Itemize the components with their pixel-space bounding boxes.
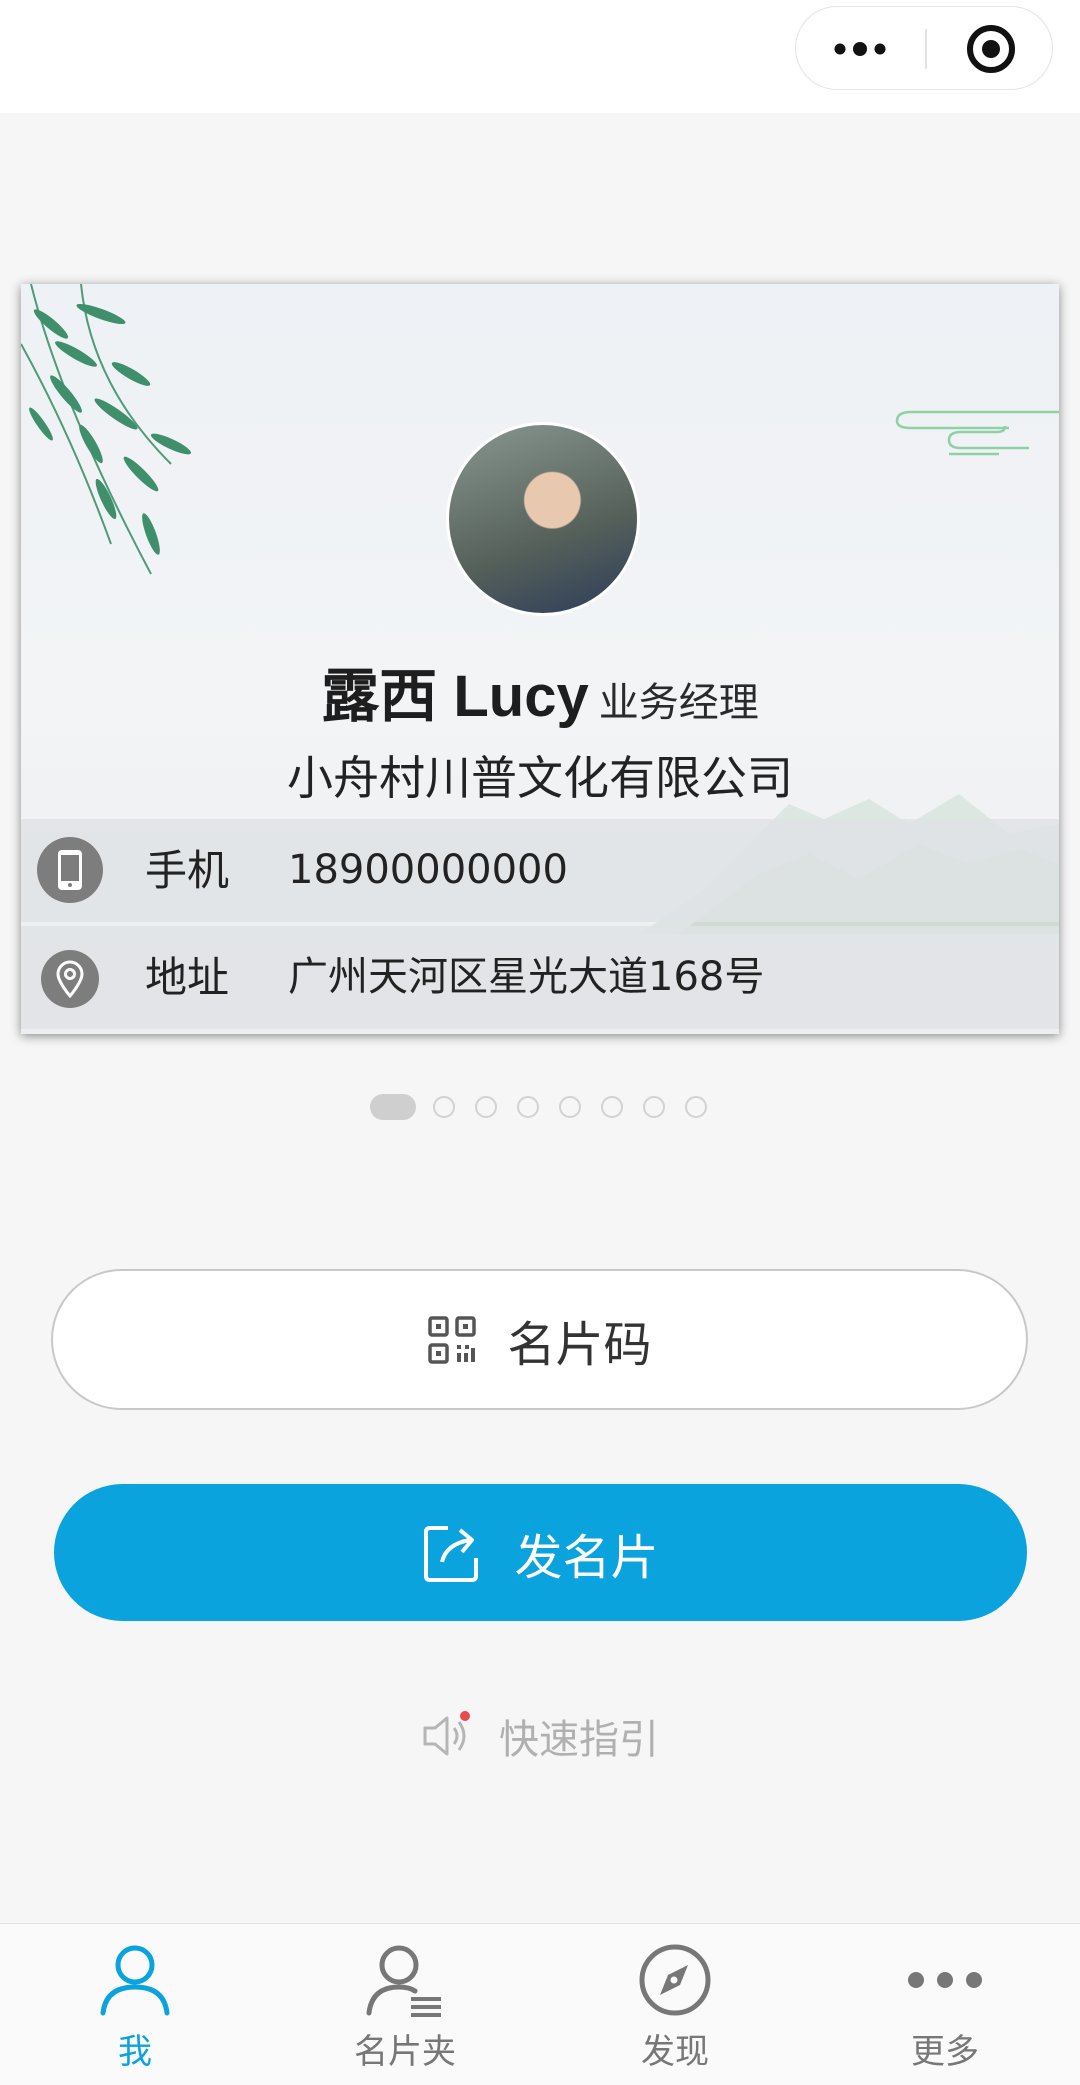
name-line: 露西 Lucy 业务经理 <box>21 649 1059 733</box>
location-pin-icon <box>41 950 99 1008</box>
tab-me[interactable]: 我 <box>0 1924 270 2085</box>
job-title: 业务经理 <box>598 680 759 726</box>
qr-code-icon <box>428 1315 477 1364</box>
carousel-dot[interactable] <box>685 1096 707 1118</box>
tab-discover[interactable]: 发现 <box>540 1924 810 2085</box>
tab-more[interactable]: 更多 <box>810 1924 1080 2085</box>
cloud-decoration <box>895 410 1059 456</box>
card-code-button[interactable]: 名片码 <box>51 1269 1028 1410</box>
business-card[interactable]: 露西 Lucy 业务经理 小舟村川普文化有限公司 手机 18900000000 地… <box>21 284 1059 1034</box>
carousel-dot[interactable] <box>601 1096 623 1118</box>
phone-label: 手机 <box>145 846 230 895</box>
card-code-label: 名片码 <box>507 1316 652 1373</box>
carousel-dot[interactable] <box>643 1096 665 1118</box>
quick-guide-label: 快速指引 <box>499 1717 659 1763</box>
card-holder-icon <box>270 1940 540 2020</box>
more-dots-icon[interactable] <box>796 7 924 91</box>
capsule-divider <box>925 29 927 69</box>
willow-decoration <box>21 284 192 575</box>
more-icon <box>810 1940 1080 2020</box>
address-label: 地址 <box>145 953 230 1002</box>
tab-discover-label: 发现 <box>641 2032 709 2072</box>
share-icon <box>424 1525 479 1582</box>
mini-program-capsule <box>795 6 1053 90</box>
phone-icon <box>37 837 103 903</box>
company-name: 小舟村川普文化有限公司 <box>287 751 793 805</box>
send-card-button[interactable]: 发名片 <box>54 1484 1027 1621</box>
target-close-icon[interactable] <box>928 7 1054 91</box>
avatar[interactable] <box>446 422 640 616</box>
send-card-label: 发名片 <box>514 1529 659 1586</box>
address-value[interactable]: 广州天河区星光大道168号 <box>288 926 764 1029</box>
top-bar <box>0 0 1080 113</box>
phone-value[interactable]: 18900000000 <box>288 819 568 922</box>
tab-more-label: 更多 <box>911 2032 979 2072</box>
carousel-dot[interactable] <box>370 1094 416 1120</box>
carousel-dot[interactable] <box>517 1096 539 1118</box>
tab-card-holder[interactable]: 名片夹 <box>270 1924 540 2085</box>
speaker-icon <box>423 1711 470 1756</box>
person-icon <box>0 1940 270 2020</box>
bottom-tab-bar: 我 名片夹 发现 更多 <box>0 1923 1080 2085</box>
phone-row[interactable]: 手机 18900000000 <box>21 819 1059 922</box>
tab-me-label: 我 <box>118 2032 152 2072</box>
carousel-dot[interactable] <box>559 1096 581 1118</box>
carousel-indicator <box>370 1093 727 1121</box>
quick-guide-link[interactable]: 快速指引 <box>0 1706 1080 1766</box>
carousel-dot[interactable] <box>433 1096 455 1118</box>
carousel-dot[interactable] <box>475 1096 497 1118</box>
person-name: 露西 Lucy <box>321 664 589 729</box>
address-row[interactable]: 地址 广州天河区星光大道168号 <box>21 926 1059 1029</box>
tab-card-holder-label: 名片夹 <box>354 2032 456 2072</box>
compass-icon <box>540 1940 810 2020</box>
